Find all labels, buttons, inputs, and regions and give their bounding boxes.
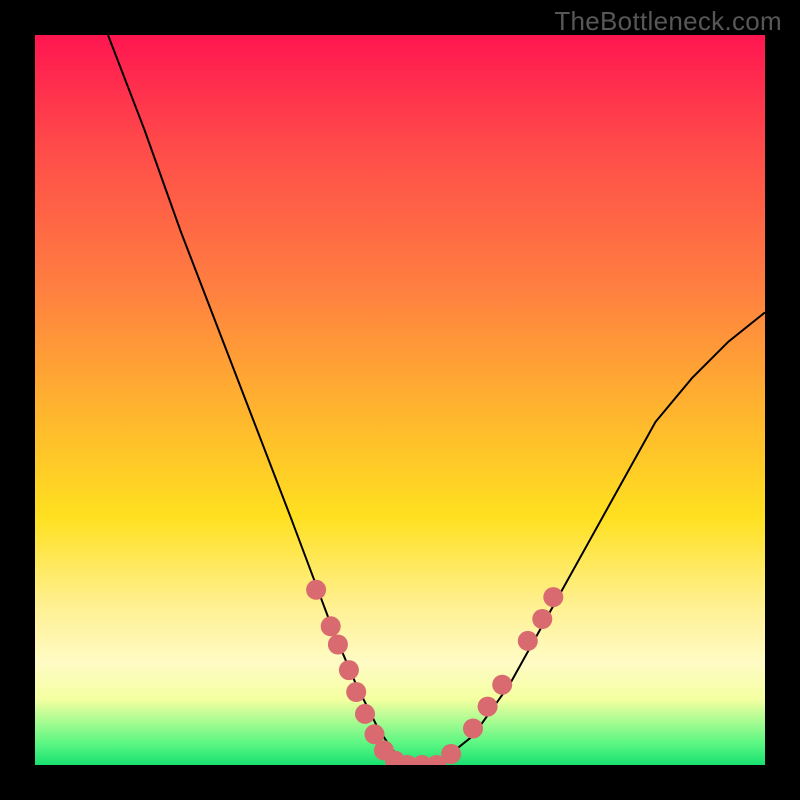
curve-group	[108, 35, 765, 765]
curve-marker	[355, 704, 375, 724]
curve-marker	[441, 744, 461, 764]
bottleneck-curve-path	[108, 35, 765, 765]
curve-marker	[543, 587, 563, 607]
watermark-text: TheBottleneck.com	[554, 6, 782, 37]
bottleneck-curve-svg	[35, 35, 765, 765]
curve-marker	[339, 660, 359, 680]
curve-marker	[463, 719, 483, 739]
curve-marker	[532, 609, 552, 629]
curve-marker	[328, 635, 348, 655]
curve-marker	[321, 616, 341, 636]
chart-frame: TheBottleneck.com	[0, 0, 800, 800]
curve-marker	[478, 697, 498, 717]
curve-marker	[492, 675, 512, 695]
curve-marker	[306, 580, 326, 600]
plot-area	[35, 35, 765, 765]
marker-group	[306, 580, 563, 765]
curve-marker	[346, 682, 366, 702]
curve-marker	[518, 631, 538, 651]
